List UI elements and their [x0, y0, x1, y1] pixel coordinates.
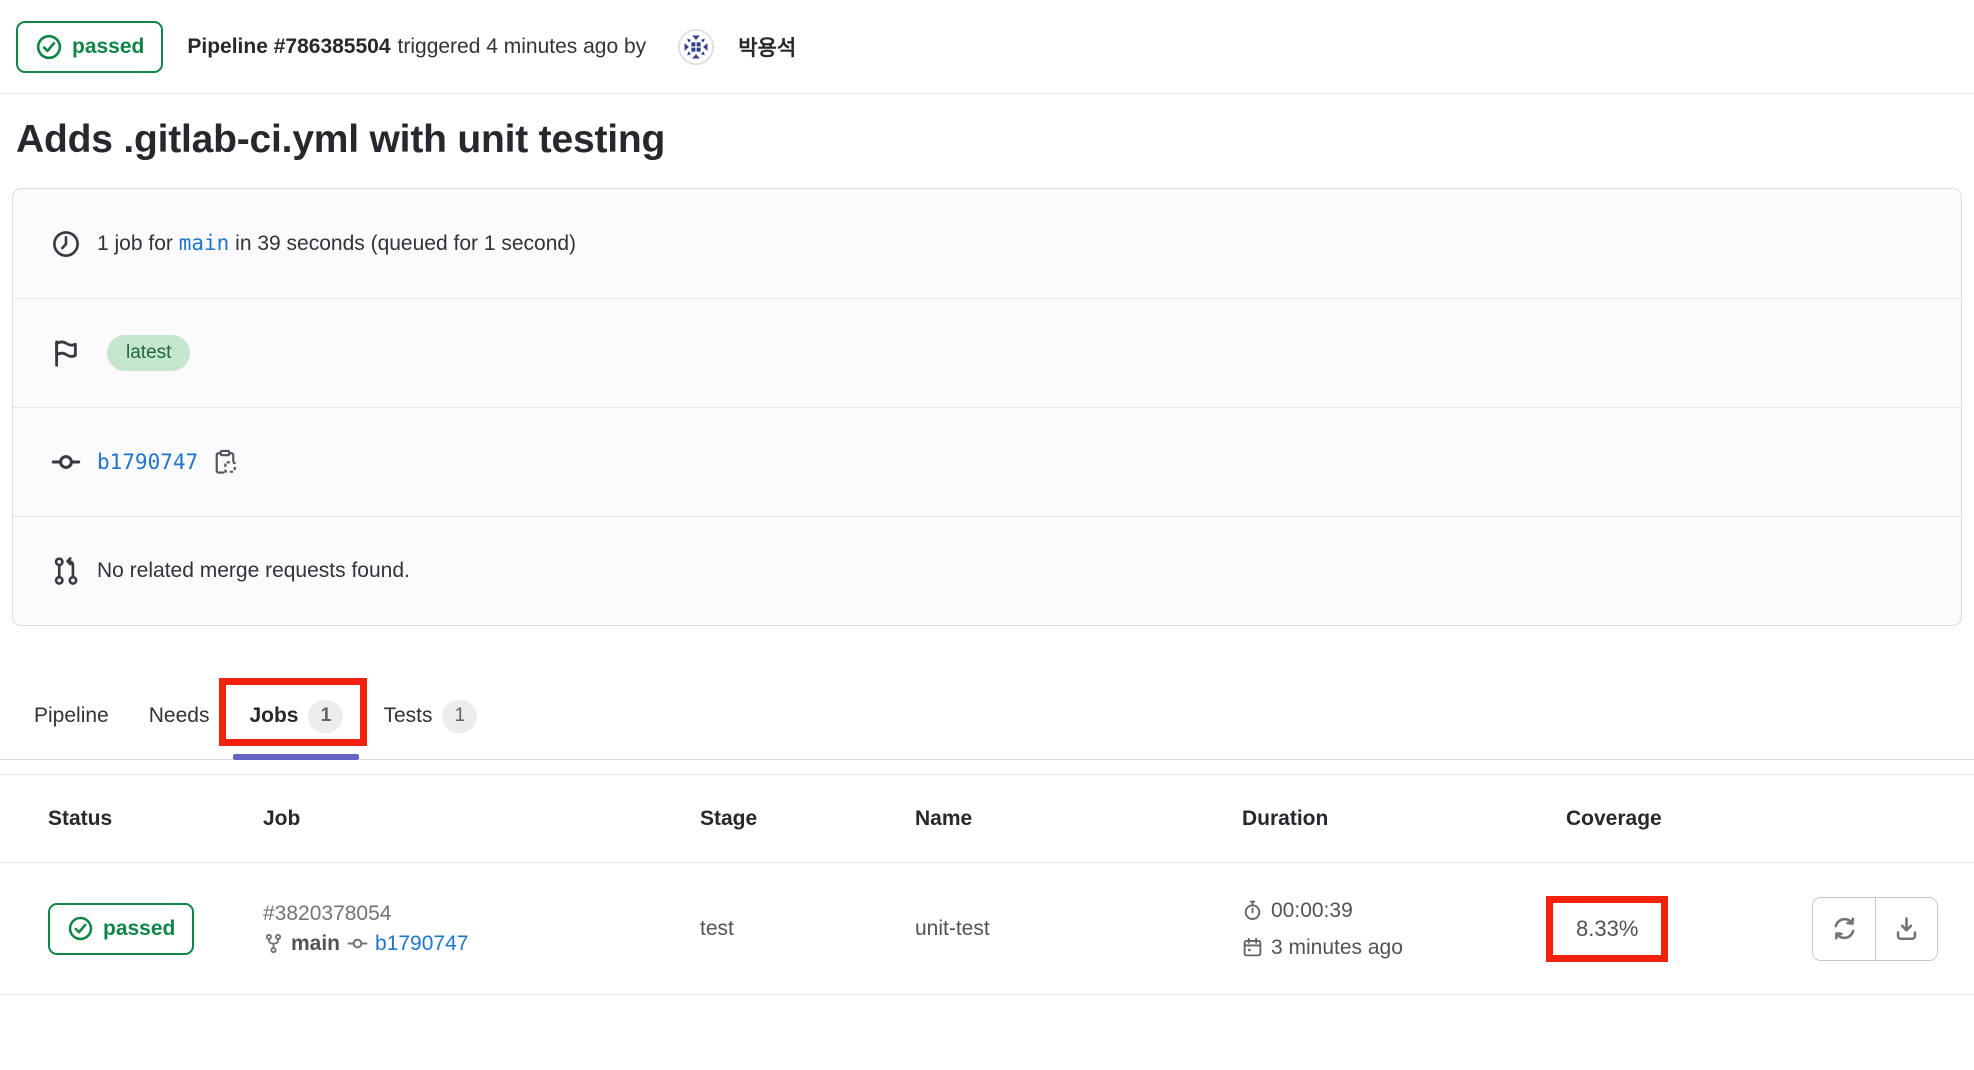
- tab-pipeline-label: Pipeline: [34, 704, 109, 728]
- summary-row-jobs: 1 job for main in 39 seconds (queued for…: [13, 189, 1961, 298]
- jobs-count-text: 1 job for: [97, 232, 173, 255]
- pipeline-status-badge[interactable]: passed: [16, 21, 163, 73]
- pipeline-number: Pipeline #786385504: [187, 35, 390, 59]
- pipeline-triggered-text: triggered 4 minutes ago by: [398, 35, 647, 59]
- col-duration: Duration: [1242, 807, 1566, 831]
- merge-request-icon: [51, 556, 81, 586]
- pipeline-summary-box: 1 job for main in 39 seconds (queued for…: [12, 188, 1962, 626]
- stopwatch-icon: [1242, 900, 1263, 921]
- copy-commit-button[interactable]: [212, 449, 238, 475]
- branch-icon: [263, 933, 284, 954]
- pipeline-status-label: passed: [72, 35, 144, 59]
- flag-icon: [51, 338, 81, 368]
- col-stage: Stage: [700, 807, 915, 831]
- pipeline-header-bar: passed Pipeline #786385504 triggered 4 m…: [0, 0, 1974, 94]
- summary-row-latest: latest: [13, 298, 1961, 407]
- latest-badge: latest: [107, 335, 190, 371]
- job-branch-link[interactable]: main: [291, 932, 340, 956]
- calendar-icon: [1242, 937, 1263, 958]
- tab-tests-label: Tests: [383, 704, 432, 728]
- tab-jobs-label: Jobs: [249, 704, 298, 728]
- branch-link[interactable]: main: [179, 231, 230, 255]
- no-merge-requests-text: No related merge requests found.: [97, 559, 410, 583]
- tab-pipeline[interactable]: Pipeline: [22, 673, 121, 759]
- job-duration: 00:00:39: [1271, 895, 1353, 926]
- check-circle-icon: [67, 915, 94, 942]
- tab-needs[interactable]: Needs: [137, 673, 222, 759]
- col-job: Job: [263, 807, 700, 831]
- user-avatar[interactable]: [678, 29, 714, 65]
- summary-row-merge-requests: No related merge requests found.: [13, 516, 1961, 625]
- col-coverage: Coverage: [1566, 807, 1806, 831]
- summary-row-commit: b1790747: [13, 407, 1961, 516]
- col-status: Status: [48, 807, 263, 831]
- tab-tests[interactable]: Tests 1: [371, 673, 489, 759]
- job-finished-ago: 3 minutes ago: [1271, 932, 1403, 963]
- user-name[interactable]: 박용석: [738, 32, 796, 62]
- job-coverage: 8.33%: [1576, 916, 1638, 941]
- clock-icon: [51, 229, 81, 259]
- check-circle-icon: [35, 33, 63, 61]
- job-name: unit-test: [915, 917, 1242, 941]
- commit-sha-link[interactable]: b1790747: [97, 450, 198, 474]
- pipeline-tabs: Pipeline Needs Jobs 1 Tests 1: [0, 673, 1974, 760]
- job-id-link[interactable]: #3820378054: [263, 902, 700, 926]
- jobs-duration-text: in 39 seconds (queued for 1 second): [235, 232, 576, 255]
- job-row: passed #3820378054 main: [0, 863, 1974, 995]
- tab-tests-count-badge: 1: [442, 700, 477, 733]
- page-title: Adds .gitlab-ci.yml with unit testing: [16, 118, 1958, 162]
- job-status-label: passed: [103, 917, 175, 941]
- retry-icon: [1831, 915, 1858, 942]
- tab-needs-label: Needs: [149, 704, 210, 728]
- jobs-table: Status Job Stage Name Duration Coverage …: [0, 774, 1974, 995]
- retry-job-button[interactable]: [1813, 898, 1875, 960]
- download-artifacts-button[interactable]: [1875, 898, 1937, 960]
- clipboard-copy-icon: [212, 449, 238, 475]
- jobs-table-header: Status Job Stage Name Duration Coverage: [0, 775, 1974, 863]
- commit-icon: [347, 933, 368, 954]
- job-commit-link[interactable]: b1790747: [375, 932, 468, 956]
- tab-jobs-count-badge: 1: [308, 700, 343, 733]
- job-stage: test: [700, 917, 915, 941]
- identicon-avatar: [679, 30, 713, 64]
- tab-jobs[interactable]: Jobs 1: [237, 673, 355, 759]
- annotation-box-coverage: 8.33%: [1546, 896, 1668, 962]
- col-name: Name: [915, 807, 1242, 831]
- job-actions-group: [1812, 897, 1938, 961]
- job-status-badge[interactable]: passed: [48, 903, 194, 955]
- download-icon: [1893, 915, 1920, 942]
- commit-icon: [51, 447, 81, 477]
